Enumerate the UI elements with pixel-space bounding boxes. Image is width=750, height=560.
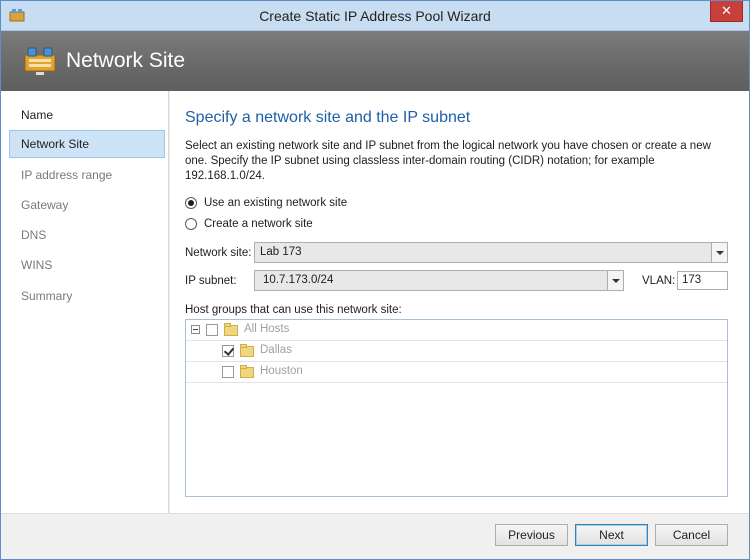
page-header-title: Network Site xyxy=(66,49,186,72)
nav-item-gateway[interactable]: Gateway xyxy=(9,191,165,219)
main-content: Specify a network site and the IP subnet… xyxy=(170,91,749,513)
wizard-window: Create Static IP Address Pool Wizard ✕ N… xyxy=(0,0,750,560)
radio-existing-site[interactable] xyxy=(185,197,197,209)
cancel-button[interactable]: Cancel xyxy=(655,524,728,546)
option-create-site[interactable]: Create a network site xyxy=(185,216,313,232)
host-group-icon xyxy=(240,344,254,357)
vlan-label: VLAN: xyxy=(642,275,676,287)
vlan-input[interactable]: 173 xyxy=(677,271,728,290)
radio-create-site[interactable] xyxy=(185,218,197,230)
host-group-icon xyxy=(240,365,254,378)
nav-item-wins[interactable]: WINS xyxy=(9,251,165,279)
host-groups-tree[interactable]: All Hosts Dallas Houston xyxy=(185,319,728,497)
chevron-down-icon[interactable] xyxy=(711,243,727,262)
header-banner: Network Site xyxy=(1,31,749,91)
checkbox-houston[interactable] xyxy=(222,366,234,378)
host-groups-label: Host groups that can use this network si… xyxy=(185,304,402,316)
previous-button[interactable]: Previous xyxy=(495,524,568,546)
nav-item-network-site[interactable]: Network Site xyxy=(9,130,165,158)
tree-row-all-hosts[interactable]: All Hosts xyxy=(186,320,727,341)
footer-bar: Previous Next Cancel xyxy=(1,513,749,559)
checkbox-all-hosts[interactable] xyxy=(206,324,218,336)
ip-subnet-label: IP subnet: xyxy=(185,275,237,287)
ip-subnet-value: 10.7.173.0/24 xyxy=(263,274,334,286)
nav-item-summary[interactable]: Summary xyxy=(9,282,165,310)
collapse-icon[interactable] xyxy=(191,325,200,334)
next-button[interactable]: Next xyxy=(575,524,648,546)
wizard-nav: Name Network Site IP address range Gatew… xyxy=(1,91,169,513)
tree-label-all-hosts: All Hosts xyxy=(244,323,290,335)
host-group-icon xyxy=(224,323,238,336)
network-site-dropdown[interactable]: Lab 173 xyxy=(254,242,728,263)
page-description: Select an existing network site and IP s… xyxy=(185,140,711,182)
nav-item-name[interactable]: Name xyxy=(9,101,165,129)
option-existing-site[interactable]: Use an existing network site xyxy=(185,195,347,211)
title-bar[interactable]: Create Static IP Address Pool Wizard ✕ xyxy=(1,1,749,31)
tree-row-houston[interactable]: Houston xyxy=(186,362,727,383)
tree-label-houston: Houston xyxy=(260,365,303,377)
page-title: Specify a network site and the IP subnet xyxy=(185,109,471,126)
ip-subnet-dropdown[interactable]: 10.7.173.0/24 xyxy=(254,270,624,291)
chevron-down-icon[interactable] xyxy=(607,271,623,290)
tree-label-dallas: Dallas xyxy=(260,344,292,356)
network-site-icon xyxy=(24,47,56,75)
option-existing-site-label: Use an existing network site xyxy=(204,197,348,209)
tree-row-dallas[interactable]: Dallas xyxy=(186,341,727,362)
network-site-label: Network site: xyxy=(185,247,252,259)
network-site-value: Lab 173 xyxy=(260,246,302,258)
option-create-site-label: Create a network site xyxy=(204,218,313,230)
close-button[interactable]: ✕ xyxy=(710,1,743,22)
checkbox-dallas[interactable] xyxy=(222,345,234,357)
nav-item-dns[interactable]: DNS xyxy=(9,221,165,249)
nav-item-ip-address-range[interactable]: IP address range xyxy=(9,161,165,189)
window-title: Create Static IP Address Pool Wizard xyxy=(259,8,491,24)
